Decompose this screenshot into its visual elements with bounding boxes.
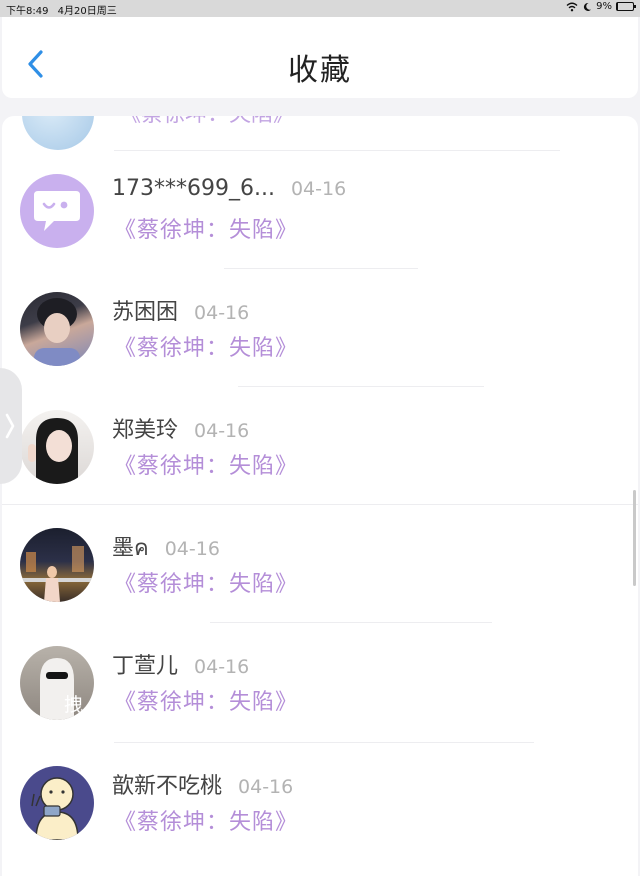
date: 04-16 [238, 776, 294, 798]
user-name: 墨ค [112, 536, 149, 561]
status-left: 下午8:49 4月20日周三 [6, 2, 123, 17]
avatar: 拽 [20, 646, 94, 720]
list-item[interactable]: 拽 丁萱儿 04-16 《蔡徐坤：失陷》 [2, 646, 638, 764]
book-title: 《蔡徐坤：失陷》 [114, 218, 299, 243]
battery-icon [616, 2, 636, 11]
divider [210, 622, 492, 623]
name-line: 歆新不吃桃 04-16 [112, 768, 293, 800]
wifi-icon [566, 2, 578, 11]
side-drawer-handle[interactable] [0, 368, 22, 484]
name-line: 郑美玲 04-16 [112, 412, 249, 444]
chevron-right-icon [5, 413, 15, 439]
user-name: 郑美玲 [112, 418, 179, 443]
battery-level [617, 3, 619, 10]
book-title: 《蔡徐坤：失陷》 [119, 116, 295, 128]
list-item[interactable]: 歆新不吃桃 04-16 《蔡徐坤：失陷》 [2, 766, 638, 876]
cartoon-avatar-icon [31, 777, 79, 840]
name-line: 丁萱儿 04-16 [112, 648, 249, 680]
person-photo-icon [34, 298, 80, 366]
divider [114, 150, 560, 151]
avatar-caption: 拽 [64, 694, 84, 716]
book-title: 《蔡徐坤：失陷》 [114, 690, 299, 715]
list-item-partial[interactable]: 《蔡徐坤：失陷》 [2, 116, 638, 150]
divider [114, 742, 534, 743]
scrollbar[interactable] [633, 490, 636, 586]
user-name: 173***699_6... [112, 176, 275, 201]
chat-bubble-icon [34, 191, 80, 231]
status-time: 下午8:49 [6, 6, 49, 17]
avatar [20, 174, 94, 248]
battery-percent: 9% [596, 1, 612, 12]
night-scene-photo-icon [20, 546, 94, 602]
date: 04-16 [164, 538, 220, 560]
favorites-list: 《蔡徐坤：失陷》 173***699_6... 04-16 《蔡徐坤：失陷》 [2, 116, 638, 876]
list-item[interactable]: 173***699_6... 04-16 《蔡徐坤：失陷》 [2, 174, 638, 292]
date: 04-16 [194, 656, 250, 678]
list-item[interactable]: 苏困困 04-16 《蔡徐坤：失陷》 [2, 292, 638, 410]
avatar [20, 410, 94, 484]
name-line: 苏困困 04-16 [112, 294, 249, 326]
divider [2, 504, 638, 505]
book-title: 《蔡徐坤：失陷》 [114, 572, 299, 597]
date: 04-16 [290, 178, 347, 200]
status-date: 4月20日周三 [57, 6, 117, 17]
user-name: 丁萱儿 [112, 654, 179, 679]
page-title: 收藏 [288, 53, 352, 88]
divider [238, 386, 484, 387]
book-title: 《蔡徐坤：失陷》 [114, 810, 299, 835]
status-right: 9% [566, 1, 636, 12]
avatar [20, 292, 94, 366]
navigation-bar: 收藏 [2, 17, 638, 98]
date: 04-16 [194, 420, 250, 442]
moon-icon [584, 2, 592, 11]
avatar [22, 116, 94, 150]
user-name: 苏困困 [112, 300, 179, 325]
list-item[interactable]: 郑美玲 04-16 《蔡徐坤：失陷》 [2, 410, 638, 528]
avatar [20, 766, 94, 840]
name-line: 墨ค 04-16 [112, 530, 220, 565]
list-item[interactable]: 墨ค 04-16 《蔡徐坤：失陷》 [2, 528, 638, 646]
book-title: 《蔡徐坤：失陷》 [114, 336, 299, 361]
person-photo-icon [28, 418, 78, 484]
divider [224, 268, 418, 269]
name-line: 173***699_6... 04-16 [112, 176, 346, 201]
book-title: 《蔡徐坤：失陷》 [114, 454, 299, 479]
date: 04-16 [194, 302, 250, 324]
avatar [20, 528, 94, 602]
status-bar: 下午8:49 4月20日周三 9% [0, 0, 640, 17]
user-name: 歆新不吃桃 [112, 774, 223, 799]
